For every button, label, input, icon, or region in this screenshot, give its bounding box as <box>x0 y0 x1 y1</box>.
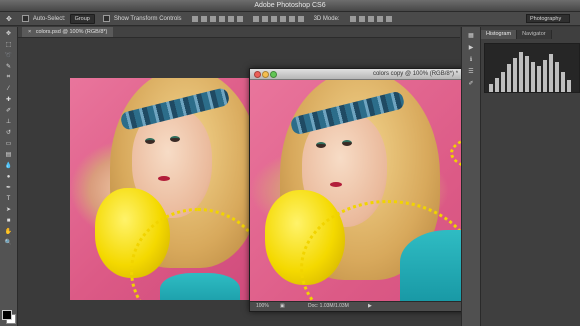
photo-lips <box>158 176 170 181</box>
distribute-left-icon[interactable] <box>279 15 286 22</box>
document-tab-bar: × colors.psd @ 100% (RGB/8*) <box>18 27 460 38</box>
distribute-top-icon[interactable] <box>252 15 259 22</box>
distribute-icons-group <box>252 15 304 22</box>
histogram-bar <box>543 60 547 92</box>
quick-select-tool-icon[interactable]: ✎ <box>3 62 14 71</box>
histogram-bar <box>549 54 553 92</box>
photo-eye <box>170 136 180 142</box>
3d-scale-icon[interactable] <box>385 15 392 22</box>
status-menu-icon[interactable]: ▣ <box>280 302 285 311</box>
zoom-tool-icon[interactable]: 🔍 <box>3 238 14 247</box>
align-top-icon[interactable] <box>191 15 198 22</box>
histogram-bar <box>567 80 571 92</box>
photo-eye <box>145 138 155 144</box>
document-canvas-image[interactable] <box>70 78 260 300</box>
properties-panel-icon[interactable]: ☰ <box>466 67 476 75</box>
doc-size: Doc: 1.03M/1.03M <box>308 303 349 309</box>
histogram-graph <box>484 43 580 93</box>
3d-drag-icon[interactable] <box>367 15 374 22</box>
document-tab-label: colors.psd @ 100% (RGB/8*) <box>35 29 108 35</box>
show-transform-checkbox[interactable] <box>102 15 110 22</box>
tab-navigator[interactable]: Navigator <box>517 30 552 39</box>
distribute-bottom-icon[interactable] <box>270 15 277 22</box>
show-transform-label: Show Transform Controls <box>113 15 182 22</box>
histogram-bar <box>531 62 535 92</box>
status-arrow-icon[interactable]: ▶ <box>368 302 372 311</box>
histogram-bar <box>495 78 499 92</box>
healing-brush-tool-icon[interactable]: ✚ <box>3 95 14 104</box>
tab-histogram[interactable]: Histogram <box>481 30 518 39</box>
histogram-bar <box>555 62 559 92</box>
window-title: colors copy @ 100% (RGB/8*) * <box>372 71 459 77</box>
align-center-icon[interactable] <box>227 15 234 22</box>
window-minimize-icon[interactable] <box>262 71 269 78</box>
auto-select-label: Auto-Select: <box>32 15 66 22</box>
align-left-icon[interactable] <box>218 15 225 22</box>
histogram-bar <box>507 64 511 92</box>
align-right-icon[interactable] <box>236 15 243 22</box>
align-icons-group <box>191 15 243 22</box>
crop-tool-icon[interactable]: ⌗ <box>3 73 14 82</box>
brush-tool-icon[interactable]: ✐ <box>3 106 14 115</box>
histogram-bar <box>525 56 529 92</box>
distribute-right-icon[interactable] <box>297 15 304 22</box>
histogram-bar <box>561 72 565 92</box>
app-title: Adobe Photoshop CS6 <box>254 2 326 9</box>
histogram-bar <box>501 72 505 92</box>
right-panels: ▦ ▶ ℹ ☰ ✐ Histogram Navigator <box>461 27 580 326</box>
distribute-center-icon[interactable] <box>288 15 295 22</box>
zoom-level[interactable]: 100% <box>256 302 269 311</box>
history-panel-icon[interactable]: ▦ <box>466 31 476 39</box>
photo-lips <box>330 182 342 187</box>
auto-select-checkbox[interactable] <box>21 15 29 22</box>
pen-tool-icon[interactable]: ✒ <box>3 183 14 192</box>
workspace-switcher[interactable]: Photography <box>526 14 570 23</box>
type-tool-icon[interactable]: T <box>3 194 14 203</box>
eraser-tool-icon[interactable]: ▭ <box>3 139 14 148</box>
tools-panel: ✥ ⬚ ➰ ✎ ⌗ ⁄ ✚ ✐ ⊥ ↺ ▭ ▤ 💧 ● ✒ T ➤ ■ ✋ 🔍 <box>0 27 18 326</box>
dodge-tool-icon[interactable]: ● <box>3 172 14 181</box>
histogram-bar <box>519 52 523 92</box>
hand-tool-icon[interactable]: ✋ <box>3 227 14 236</box>
panel-icon-column: ▦ ▶ ℹ ☰ ✐ <box>462 27 481 326</box>
document-tab[interactable]: × colors.psd @ 100% (RGB/8*) <box>22 27 114 37</box>
tab-close-icon[interactable]: × <box>28 29 31 35</box>
distribute-middle-icon[interactable] <box>261 15 268 22</box>
info-panel-icon[interactable]: ℹ <box>466 55 476 63</box>
path-select-tool-icon[interactable]: ➤ <box>3 205 14 214</box>
move-tool-icon[interactable]: ✥ <box>3 29 14 38</box>
blur-tool-icon[interactable]: 💧 <box>3 161 14 170</box>
clone-stamp-tool-icon[interactable]: ⊥ <box>3 117 14 126</box>
3d-slide-icon[interactable] <box>376 15 383 22</box>
move-tool-preset-icon[interactable]: ✥ <box>6 15 12 23</box>
foreground-color-swatch[interactable] <box>2 310 12 320</box>
actions-panel-icon[interactable]: ▶ <box>466 43 476 51</box>
align-middle-icon[interactable] <box>200 15 207 22</box>
photo-eye <box>342 140 352 146</box>
options-bar: ✥ Auto-Select: Group Show Transform Cont… <box>0 12 580 26</box>
3d-roll-icon[interactable] <box>358 15 365 22</box>
3d-mode-icons <box>349 15 392 22</box>
auto-select-dropdown[interactable]: Group <box>69 13 95 24</box>
photo-top <box>160 273 240 300</box>
marquee-tool-icon[interactable]: ⬚ <box>3 40 14 49</box>
3d-mode-label: 3D Mode: <box>313 15 340 22</box>
align-bottom-icon[interactable] <box>209 15 216 22</box>
shape-tool-icon[interactable]: ■ <box>3 216 14 225</box>
lasso-tool-icon[interactable]: ➰ <box>3 51 14 60</box>
history-brush-tool-icon[interactable]: ↺ <box>3 128 14 137</box>
panel-tabs: Histogram Navigator <box>481 30 552 39</box>
app-titlebar: Adobe Photoshop CS6 <box>0 0 580 12</box>
brush-panel-icon[interactable]: ✐ <box>466 79 476 87</box>
eyedropper-tool-icon[interactable]: ⁄ <box>3 84 14 93</box>
3d-rotate-icon[interactable] <box>349 15 356 22</box>
window-close-icon[interactable] <box>254 71 261 78</box>
histogram-bar <box>489 84 493 92</box>
photo-eye <box>316 142 326 148</box>
histogram-bar <box>537 66 541 92</box>
window-zoom-icon[interactable] <box>270 71 277 78</box>
histogram-bar <box>513 58 517 92</box>
gradient-tool-icon[interactable]: ▤ <box>3 150 14 159</box>
